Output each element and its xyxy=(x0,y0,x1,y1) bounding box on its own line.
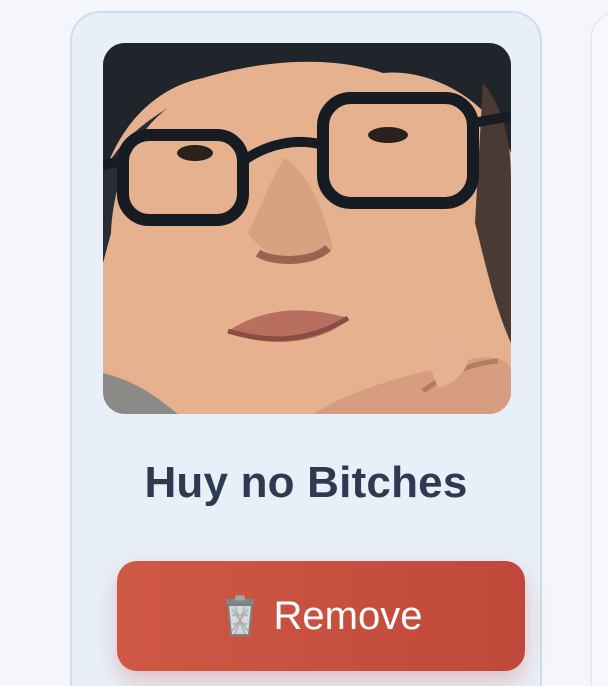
remove-button[interactable]: Remove xyxy=(117,561,525,671)
trash-icon xyxy=(220,594,260,638)
profile-gallery: Huy no Bitches Remove xyxy=(0,0,608,686)
remove-button-label: Remove xyxy=(273,593,423,638)
next-profile-card xyxy=(590,11,608,686)
profile-photo xyxy=(103,43,511,414)
profile-name: Huy no Bitches xyxy=(144,458,468,507)
